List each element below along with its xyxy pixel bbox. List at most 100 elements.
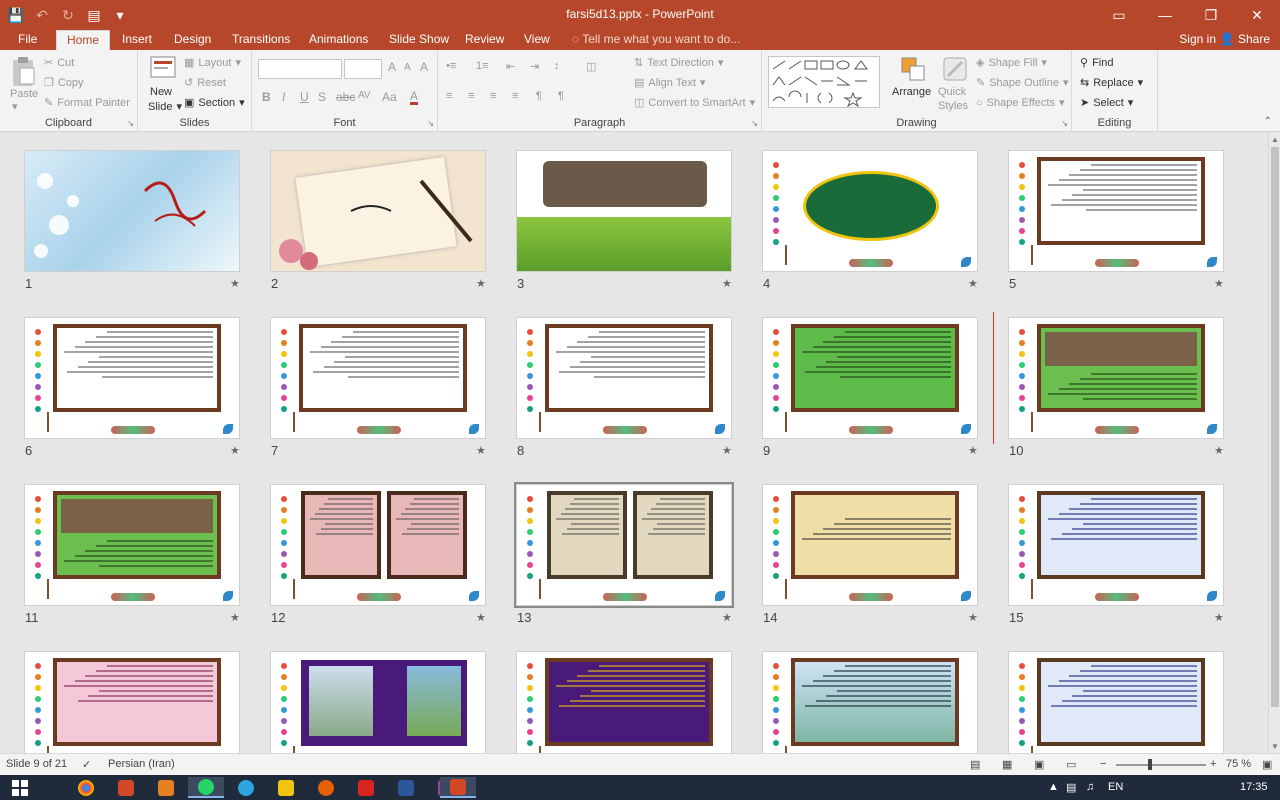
section-button[interactable]: ▣ Section ▾ [184, 96, 245, 110]
powerpoint-app-icon[interactable] [108, 777, 144, 798]
line-spacing-icon[interactable]: ↕ [554, 60, 560, 72]
redo-icon[interactable]: ↻ [56, 3, 80, 27]
align-center-icon[interactable]: ≡ [468, 90, 474, 102]
columns-icon[interactable]: ◫ [586, 60, 596, 73]
paragraph-launcher-icon[interactable]: ↘ [751, 119, 758, 128]
slide-thumbnail-13[interactable] [514, 482, 734, 608]
numbering-icon[interactable]: 1≡ [476, 60, 489, 72]
strikethrough-button[interactable]: abc [336, 90, 355, 104]
bullets-icon[interactable]: •≡ [446, 60, 456, 72]
transition-star-icon[interactable]: ★ [230, 277, 240, 290]
firefox-icon[interactable] [308, 777, 344, 798]
increase-indent-icon[interactable]: ⇥ [530, 60, 539, 73]
transition-star-icon[interactable]: ★ [722, 611, 732, 624]
clear-format-icon[interactable]: A [420, 60, 428, 74]
restore-icon[interactable]: ❐ [1188, 0, 1234, 30]
zoom-slider[interactable] [1116, 764, 1206, 766]
tab-slide-show[interactable]: Slide Show [379, 30, 459, 50]
slide-thumbnail-1[interactable] [24, 150, 240, 272]
slide-thumbnail-11[interactable] [24, 484, 240, 606]
transition-star-icon[interactable]: ★ [722, 444, 732, 457]
transition-star-icon[interactable]: ★ [476, 611, 486, 624]
slide-thumbnail-14[interactable] [762, 484, 978, 606]
windows-start-icon[interactable] [2, 777, 38, 798]
tab-transitions[interactable]: Transitions [222, 30, 300, 50]
close-icon[interactable]: ✕ [1234, 0, 1280, 30]
zoom-in-icon[interactable]: + [1210, 758, 1216, 770]
bold-button[interactable]: B [262, 90, 271, 104]
tab-animations[interactable]: Animations [299, 30, 378, 50]
rtl-icon[interactable]: ¶ [536, 90, 542, 102]
sign-in-link[interactable]: Sign in [1179, 32, 1216, 46]
zoom-slider-thumb[interactable] [1148, 759, 1152, 770]
slide-thumbnail-19[interactable] [762, 651, 978, 753]
text-direction-button[interactable]: ⇅ Text Direction ▾ [634, 56, 723, 70]
slideshow-view-icon[interactable]: ▭ [1066, 758, 1076, 771]
align-text-button[interactable]: ▤ Align Text ▾ [634, 76, 705, 90]
font-size-input[interactable] [344, 59, 382, 79]
tray-arrow-icon[interactable]: ▲ [1048, 781, 1059, 793]
spellcheck-icon[interactable]: ✓ [82, 758, 91, 771]
reset-button[interactable]: ↺ Reset [184, 76, 226, 90]
transition-star-icon[interactable]: ★ [722, 277, 732, 290]
slide-thumbnail-18[interactable] [516, 651, 732, 753]
slide-thumbnail-12[interactable] [270, 484, 486, 606]
slide-thumbnail-6[interactable] [24, 317, 240, 439]
slide-thumbnail-8[interactable] [516, 317, 732, 439]
shape-fill-button[interactable]: ◈ Shape Fill ▾ [976, 56, 1047, 70]
change-case-button[interactable]: Aa [382, 90, 397, 104]
powerpoint-active-icon[interactable] [440, 777, 476, 798]
slide-thumbnail-17[interactable] [270, 651, 486, 753]
slide-thumbnail-3[interactable] [516, 150, 732, 272]
ribbon-display-icon[interactable]: ▭ [1096, 0, 1142, 30]
slide-thumbnail-10[interactable] [1008, 317, 1224, 439]
save-icon[interactable]: 💾 [4, 3, 28, 27]
arrange-icon[interactable] [898, 54, 928, 86]
paste-button[interactable]: Paste [10, 88, 38, 100]
collapse-ribbon-icon[interactable]: ⌃ [1264, 116, 1272, 127]
transition-star-icon[interactable]: ★ [968, 611, 978, 624]
network-icon[interactable]: ▤ [1066, 781, 1076, 794]
fit-to-window-icon[interactable]: ▣ [1262, 758, 1272, 771]
tab-design[interactable]: Design [164, 30, 221, 50]
cut-button[interactable]: ✂ Cut [44, 56, 74, 70]
acrobat-icon[interactable] [348, 777, 384, 798]
transition-star-icon[interactable]: ★ [230, 444, 240, 457]
shrink-font-icon[interactable]: A [404, 62, 411, 73]
slide-thumbnail-20[interactable] [1008, 651, 1224, 753]
slide-thumbnail-2[interactable] [270, 150, 486, 272]
slide-thumbnail-7[interactable] [270, 317, 486, 439]
transition-star-icon[interactable]: ★ [1214, 277, 1224, 290]
scroll-up-icon[interactable]: ▲ [1271, 135, 1279, 144]
paste-dropdown-icon[interactable]: ▾ [12, 100, 18, 113]
copy-button[interactable]: ❐ Copy [44, 76, 84, 90]
smartart-button[interactable]: ◫ Convert to SmartArt ▾ [634, 96, 755, 110]
zoom-level[interactable]: 75 % [1226, 758, 1251, 770]
italic-button[interactable]: I [282, 90, 285, 104]
font-name-input[interactable] [258, 59, 342, 79]
grow-font-icon[interactable]: A [388, 60, 396, 74]
layout-button[interactable]: ▦ Layout ▾ [184, 56, 241, 70]
language-indicator-tray[interactable]: EN [1108, 781, 1123, 793]
align-right-icon[interactable]: ≡ [490, 90, 496, 102]
chrome-icon[interactable] [68, 777, 104, 798]
arrange-button[interactable]: Arrange [892, 86, 931, 98]
slide-thumbnail-9[interactable] [762, 317, 978, 439]
transition-star-icon[interactable]: ★ [1214, 611, 1224, 624]
tab-file[interactable]: File [8, 30, 47, 50]
transition-star-icon[interactable]: ★ [1214, 444, 1224, 457]
tell-me-box[interactable]: ◌ Tell me what you want to do... [572, 32, 740, 46]
slide-thumbnail-4[interactable] [762, 150, 978, 272]
normal-view-icon[interactable]: ▤ [970, 758, 980, 771]
undo-icon[interactable]: ↶ [30, 3, 54, 27]
slide-sorter-view-icon[interactable]: ▦ [1002, 758, 1012, 771]
replace-button[interactable]: ⇆ Replace ▾ [1080, 76, 1143, 90]
select-button[interactable]: ➤ Select ▾ [1080, 96, 1133, 110]
transition-star-icon[interactable]: ★ [968, 444, 978, 457]
whatsapp-icon[interactable] [188, 777, 224, 798]
present-icon[interactable]: ▤ [82, 3, 106, 27]
font-launcher-icon[interactable]: ↘ [427, 119, 434, 128]
file-explorer-icon[interactable] [268, 777, 304, 798]
shape-outline-button[interactable]: ✎ Shape Outline ▾ [976, 76, 1068, 90]
transition-star-icon[interactable]: ★ [968, 277, 978, 290]
